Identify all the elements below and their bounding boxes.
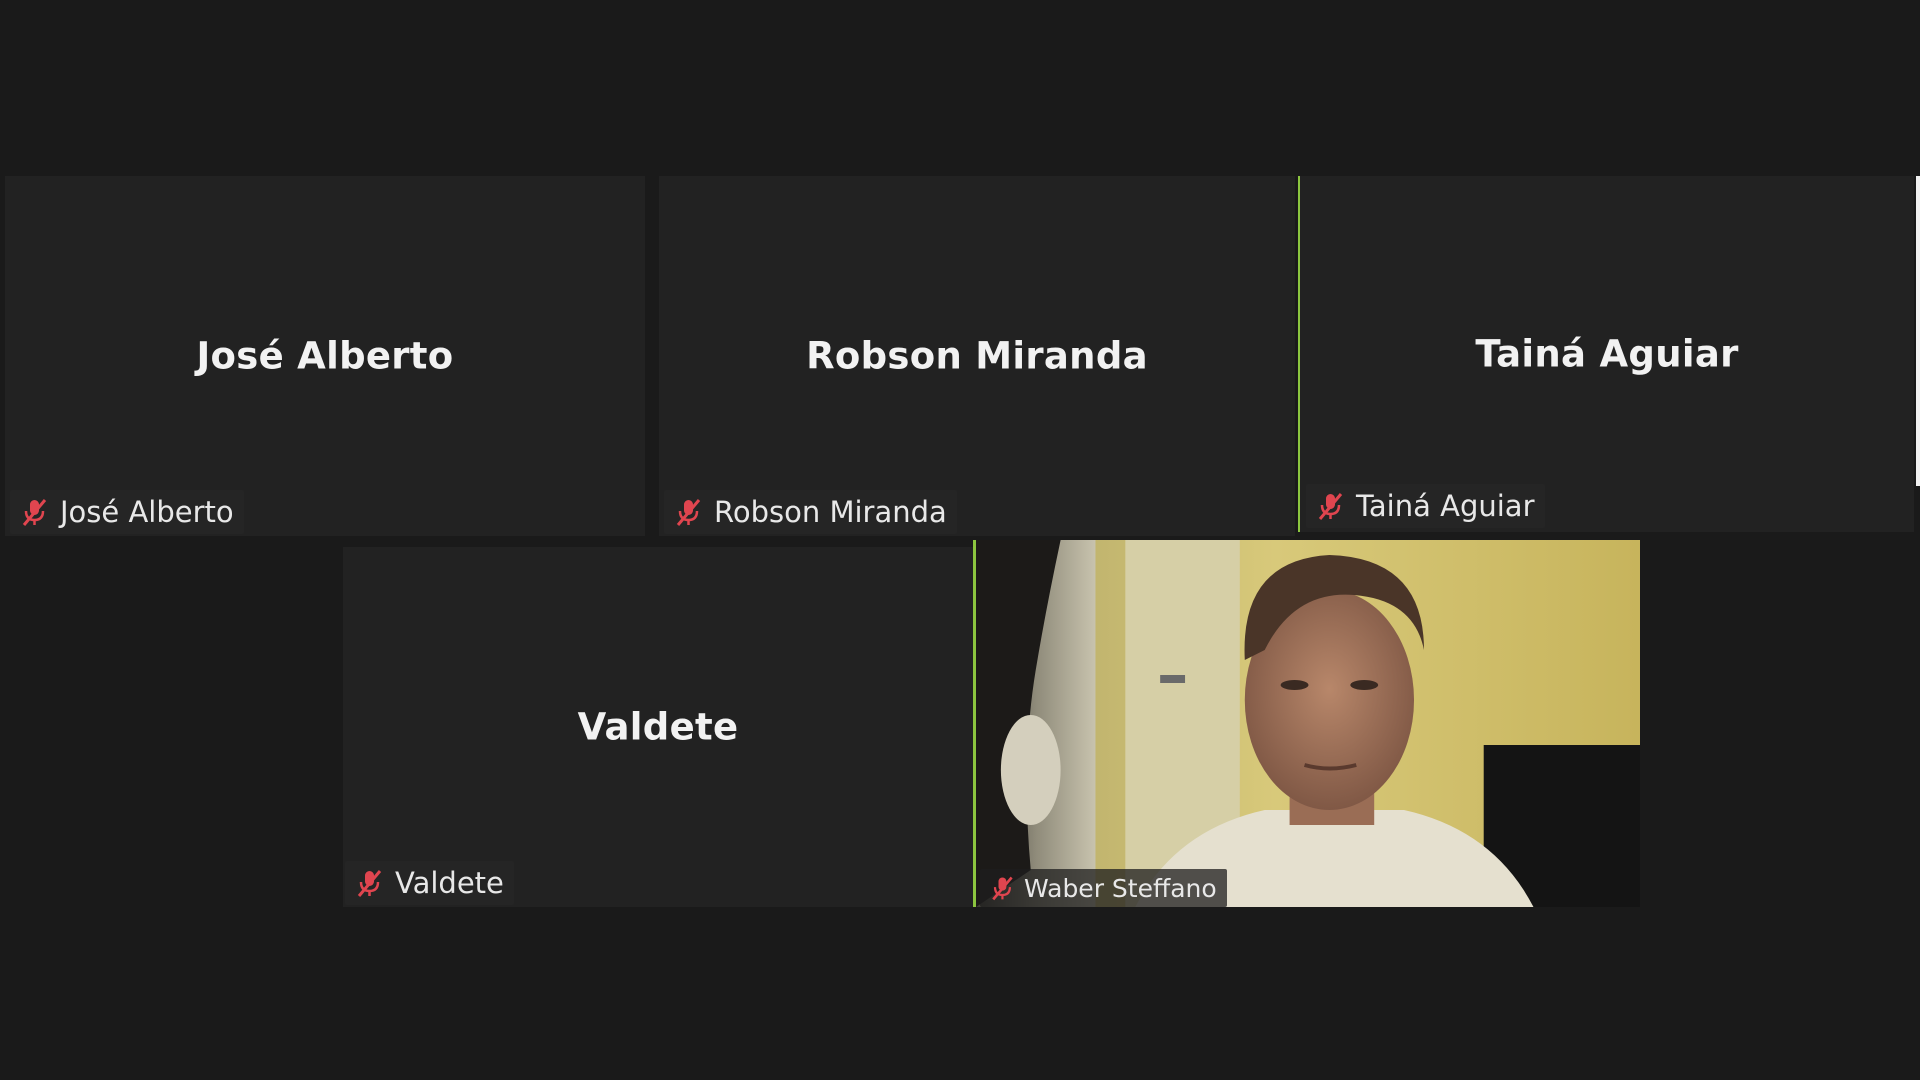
- participant-display-name: Tainá Aguiar: [1475, 332, 1739, 376]
- participant-name-label: Valdete: [345, 861, 514, 905]
- participant-tile-valdete[interactable]: Valdete Valdete: [343, 547, 973, 907]
- mic-muted-icon: [988, 874, 1016, 902]
- participant-label-text: Tainá Aguiar: [1356, 489, 1535, 523]
- participant-name-label: Tainá Aguiar: [1306, 484, 1545, 528]
- participant-name-label: Waber Steffano: [980, 869, 1227, 907]
- mic-muted-icon: [1314, 490, 1346, 522]
- participant-tile-taina-aguiar[interactable]: Tainá Aguiar Tainá Aguiar: [1298, 176, 1914, 532]
- participant-label-text: Valdete: [395, 866, 504, 900]
- participant-name-label: José Alberto: [10, 490, 244, 534]
- participant-label-text: José Alberto: [60, 495, 234, 529]
- gallery-scrollbar[interactable]: [1916, 176, 1920, 486]
- participant-label-text: Waber Steffano: [1024, 873, 1217, 903]
- participant-label-text: Robson Miranda: [714, 495, 947, 529]
- mic-muted-icon: [18, 496, 50, 528]
- participant-display-name: Valdete: [577, 705, 739, 749]
- participant-display-name: Robson Miranda: [806, 334, 1148, 378]
- participant-display-name: José Alberto: [196, 334, 454, 378]
- participant-tile-jose-alberto[interactable]: José Alberto José Alberto: [5, 176, 645, 536]
- participant-tile-waber-steffano[interactable]: Waber Steffano: [973, 540, 1640, 907]
- mic-muted-icon: [672, 496, 704, 528]
- participant-tile-robson-miranda[interactable]: Robson Miranda Robson Miranda: [659, 176, 1295, 536]
- mic-muted-icon: [353, 867, 385, 899]
- participant-video-feed: [976, 540, 1640, 907]
- participant-name-label: Robson Miranda: [664, 490, 957, 534]
- meeting-gallery-view: José Alberto José Alberto Robson Miranda: [0, 0, 1920, 1080]
